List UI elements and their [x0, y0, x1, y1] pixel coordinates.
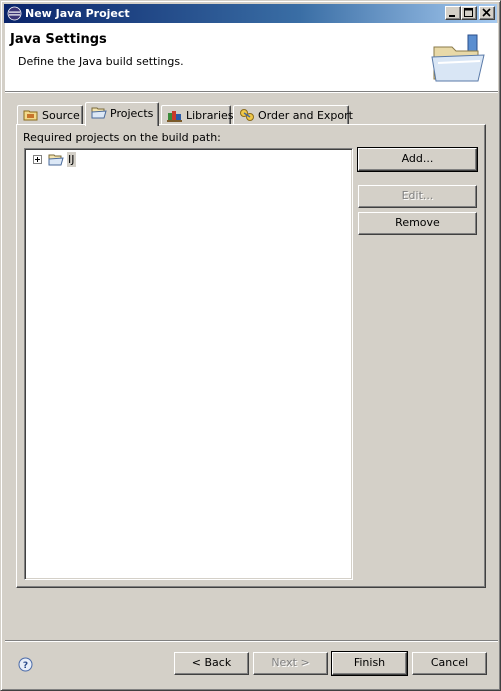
close-button[interactable] [479, 6, 495, 20]
close-icon [482, 8, 491, 17]
header-divider-highlight [5, 92, 498, 93]
tab-libraries[interactable]: Libraries [161, 105, 234, 125]
window-title: New Java Project [25, 7, 130, 20]
folder-java-wizard-icon [431, 34, 485, 82]
maximize-button[interactable] [461, 6, 477, 20]
footer-divider-highlight [5, 641, 498, 642]
required-projects-label: Required projects on the build path: [23, 131, 221, 144]
page-description: Define the Java build settings. [18, 55, 184, 68]
add-button[interactable]: Add... [357, 147, 478, 172]
title-bar[interactable]: New Java Project [4, 4, 497, 23]
tab-libraries-label: Libraries [186, 109, 234, 122]
books-icon [167, 111, 182, 122]
tab-order-and-export-label: Order and Export [258, 109, 353, 122]
finish-button[interactable]: Finish [331, 651, 408, 676]
wizard-window: New Java Project Java Settings Define th… [0, 0, 501, 691]
tab-source[interactable]: Source [17, 105, 83, 125]
maximize-icon [464, 8, 473, 17]
tab-projects-label: Projects [110, 107, 154, 120]
open-folder-icon [91, 107, 107, 119]
eclipse-icon [7, 6, 22, 21]
help-icon[interactable]: ? [18, 657, 33, 672]
projects-tree[interactable]: IJ [24, 148, 353, 580]
svg-text:?: ? [23, 661, 28, 671]
page-title: Java Settings [10, 32, 107, 47]
tab-projects[interactable]: Projects [85, 102, 159, 126]
project-folder-icon [48, 154, 64, 166]
minimize-button[interactable] [445, 6, 461, 20]
next-button[interactable]: Next > [253, 652, 328, 675]
edit-button[interactable]: Edit... [358, 185, 477, 208]
minimize-icon [449, 15, 455, 17]
remove-button[interactable]: Remove [358, 212, 477, 235]
order-arrows-icon [240, 109, 254, 121]
source-folder-icon [23, 110, 38, 121]
cancel-button[interactable]: Cancel [412, 652, 487, 675]
tab-order-and-export[interactable]: Order and Export [233, 105, 353, 125]
expand-plus-icon[interactable] [33, 155, 42, 164]
tree-item-label: IJ [67, 152, 76, 167]
tab-source-label: Source [42, 109, 80, 122]
wizard-header: Java Settings Define the Java build sett… [5, 23, 498, 91]
tree-item-project[interactable]: IJ [33, 152, 103, 168]
back-button[interactable]: < Back [174, 652, 249, 675]
